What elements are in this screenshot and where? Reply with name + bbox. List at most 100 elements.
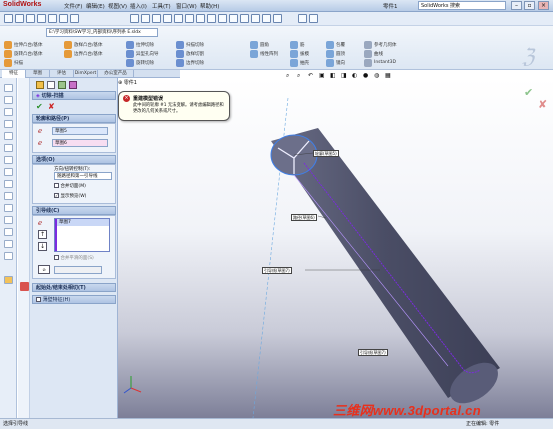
callout-path[interactable]: 路径(草图6) xyxy=(291,214,317,221)
hole-wizard-icon[interactable] xyxy=(126,50,134,58)
rebuild-icon[interactable] xyxy=(59,14,68,23)
sweep-cut-icon[interactable] xyxy=(176,41,184,49)
restore-icon[interactable]: ▫ xyxy=(524,1,535,10)
realview-icon[interactable] xyxy=(251,14,260,23)
property-manager-tab-icon[interactable] xyxy=(47,81,55,89)
file-path-field[interactable]: E:\学习资料\SW学习_内部资料\序列条 E.sldx xyxy=(46,28,158,37)
merge-tangent-checkbox[interactable] xyxy=(54,183,59,188)
fillet-icon[interactable] xyxy=(250,41,258,49)
display-style-icon[interactable] xyxy=(196,14,205,23)
callout-profile[interactable]: 轮廓(草图5) xyxy=(313,150,339,157)
move-down-icon[interactable]: ↓ xyxy=(38,242,47,251)
loft-cut-icon[interactable] xyxy=(176,50,184,58)
dimxpert-manager-tab-icon[interactable] xyxy=(69,81,77,89)
menu-help[interactable]: 帮助(H) xyxy=(200,2,219,10)
tab-evaluate[interactable]: 评估 xyxy=(50,70,74,78)
sketch-mirror-icon[interactable] xyxy=(4,204,13,212)
show-preview-option[interactable]: ✓ 显示预览(W) xyxy=(54,193,86,199)
sweep-icon[interactable] xyxy=(4,59,12,67)
mirror-icon[interactable] xyxy=(326,59,334,67)
sketch-dimension-icon[interactable] xyxy=(4,228,13,236)
menu-tools[interactable]: 工具(T) xyxy=(152,2,171,10)
wrap-icon[interactable] xyxy=(326,41,334,49)
loft-boss-label[interactable]: 放样凸台/基体 xyxy=(74,42,103,48)
boundary-boss-label[interactable]: 边界凸台/基体 xyxy=(74,51,103,57)
curves-label[interactable]: 曲线 xyxy=(374,51,383,57)
draft-icon[interactable] xyxy=(290,50,298,58)
sketch-pattern-icon[interactable] xyxy=(4,216,13,224)
feature-manager-tab-icon[interactable] xyxy=(36,81,44,89)
view-settings-icon[interactable] xyxy=(240,14,249,23)
extrude-boss-icon[interactable] xyxy=(4,41,12,49)
thin-feature-checkbox[interactable] xyxy=(36,297,41,302)
close-icon[interactable]: × xyxy=(538,1,549,10)
linear-pattern-icon[interactable] xyxy=(250,50,258,58)
merge-tangent-option[interactable]: 合并切面(M) xyxy=(54,183,86,189)
merge-smooth-option[interactable]: 合并平滑的面(S) xyxy=(54,255,94,261)
revolve-boss-icon[interactable] xyxy=(4,50,12,58)
configuration-manager-tab-icon[interactable] xyxy=(58,81,66,89)
measure-icon[interactable] xyxy=(298,14,307,23)
zoom-area-icon[interactable] xyxy=(141,14,150,23)
search-input[interactable]: SolidWorks 搜索 xyxy=(418,1,506,10)
callout-guide[interactable]: 引导线(草图7) xyxy=(262,267,292,274)
shadows-icon[interactable] xyxy=(262,14,271,23)
merge-smooth-checkbox[interactable] xyxy=(54,255,59,260)
instant3d-label[interactable]: Instant3D xyxy=(374,60,396,65)
hide-show-icon[interactable] xyxy=(207,14,216,23)
print-icon[interactable] xyxy=(37,14,46,23)
guide-curve-item[interactable]: 草图7 xyxy=(55,219,109,226)
solidworks-logo[interactable]: SolidWorks xyxy=(3,1,41,8)
cancel-x-icon[interactable]: ✘ xyxy=(48,102,55,111)
sweep-cut-label[interactable]: 扫描切除 xyxy=(186,42,204,48)
menu-file[interactable]: 文件(F) xyxy=(64,2,82,10)
revolve-boss-label[interactable]: 旋转凸台/基体 xyxy=(14,51,43,57)
rotate-icon[interactable] xyxy=(163,14,172,23)
revolve-cut-label[interactable]: 旋转切除 xyxy=(136,60,154,66)
sketch-offset-icon[interactable] xyxy=(4,192,13,200)
tab-dimxpert[interactable]: DimXpert xyxy=(74,70,98,78)
boundary-boss-icon[interactable] xyxy=(64,50,72,58)
show-preview-checkbox[interactable]: ✓ xyxy=(54,193,59,198)
zoom-fit-icon[interactable] xyxy=(130,14,139,23)
shell-icon[interactable] xyxy=(290,59,298,67)
extrude-cut-icon[interactable] xyxy=(126,41,134,49)
options-icon[interactable] xyxy=(70,14,79,23)
sketch-line-icon[interactable] xyxy=(4,84,13,92)
reference-geometry-label[interactable]: 参考几何体 xyxy=(374,42,397,48)
view-orientation-icon[interactable] xyxy=(185,14,194,23)
ok-check-icon[interactable]: ✔ xyxy=(36,102,43,111)
sketch-ellipse-icon[interactable] xyxy=(4,144,13,152)
hole-wizard-label[interactable]: 异型孔向导 xyxy=(136,51,159,57)
rib-label[interactable]: 筋 xyxy=(300,42,305,48)
wrap-label[interactable]: 包覆 xyxy=(336,42,345,48)
new-icon[interactable] xyxy=(4,14,13,23)
section-thin-feature[interactable]: 薄壁特征(H) xyxy=(32,295,116,304)
callout-guide-end[interactable]: 引导线(草图7) xyxy=(358,349,388,356)
rib-icon[interactable] xyxy=(290,41,298,49)
tab-sketch[interactable]: 草图 xyxy=(26,70,50,78)
draft-label[interactable]: 拔模 xyxy=(300,51,309,57)
section-options[interactable]: 选项(O) xyxy=(32,155,116,164)
orientation-select[interactable]: 随路径和第一引导线 xyxy=(54,172,112,180)
linear-pattern-label[interactable]: 线性阵列 xyxy=(260,51,278,57)
sketch-rectangle-icon[interactable] xyxy=(4,96,13,104)
fillet-label[interactable]: 圆角 xyxy=(260,42,269,48)
appearance-icon[interactable] xyxy=(218,14,227,23)
path-field[interactable]: 草图6 xyxy=(52,139,108,147)
loft-boss-icon[interactable] xyxy=(64,41,72,49)
undo-icon[interactable] xyxy=(48,14,57,23)
tab-office-products[interactable]: 办公室产品 xyxy=(98,70,134,78)
curves-icon[interactable] xyxy=(364,50,372,58)
sketch-fillet-icon[interactable] xyxy=(4,156,13,164)
sketch-relation-icon[interactable] xyxy=(4,240,13,248)
sketch-point-icon[interactable] xyxy=(4,168,13,176)
boundary-cut-icon[interactable] xyxy=(176,59,184,67)
sketch-circle-icon[interactable] xyxy=(4,108,13,116)
extrude-boss-label[interactable]: 拉伸凸台/基体 xyxy=(14,42,43,48)
profile-field[interactable]: 草图5 xyxy=(52,127,108,135)
sketch-trim-icon[interactable] xyxy=(4,180,13,188)
save-icon[interactable] xyxy=(26,14,35,23)
minimize-icon[interactable]: – xyxy=(511,1,522,10)
open-icon[interactable] xyxy=(15,14,24,23)
